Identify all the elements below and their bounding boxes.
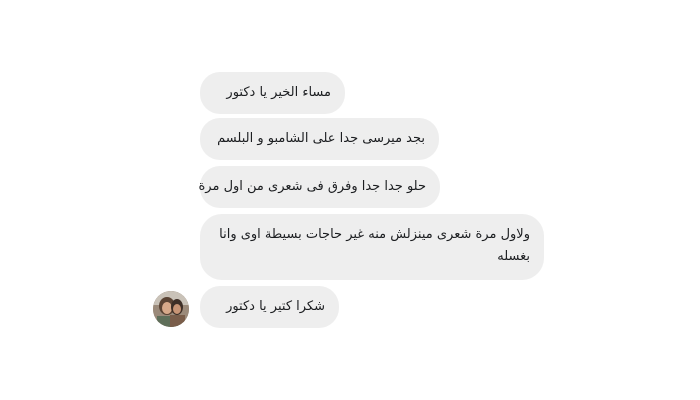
chat-thread: مساء الخير يا دكتور بجد ميرسى جدا على ال…: [0, 0, 700, 400]
avatar[interactable]: [153, 291, 189, 327]
profile-photo-icon: [153, 291, 189, 327]
message-bubble: بجد ميرسى جدا على الشامبو و البلسم: [200, 118, 439, 160]
message-bubble: ولاول مرة شعرى مينزلش منه غير حاجات بسيط…: [200, 214, 544, 280]
message-bubble: حلو جدا جدا وفرق فى شعرى من اول مرة: [198, 166, 440, 208]
message-bubble: مساء الخير يا دكتور: [200, 72, 345, 114]
message-bubble: شكرا كتير يا دكتور: [200, 286, 339, 328]
